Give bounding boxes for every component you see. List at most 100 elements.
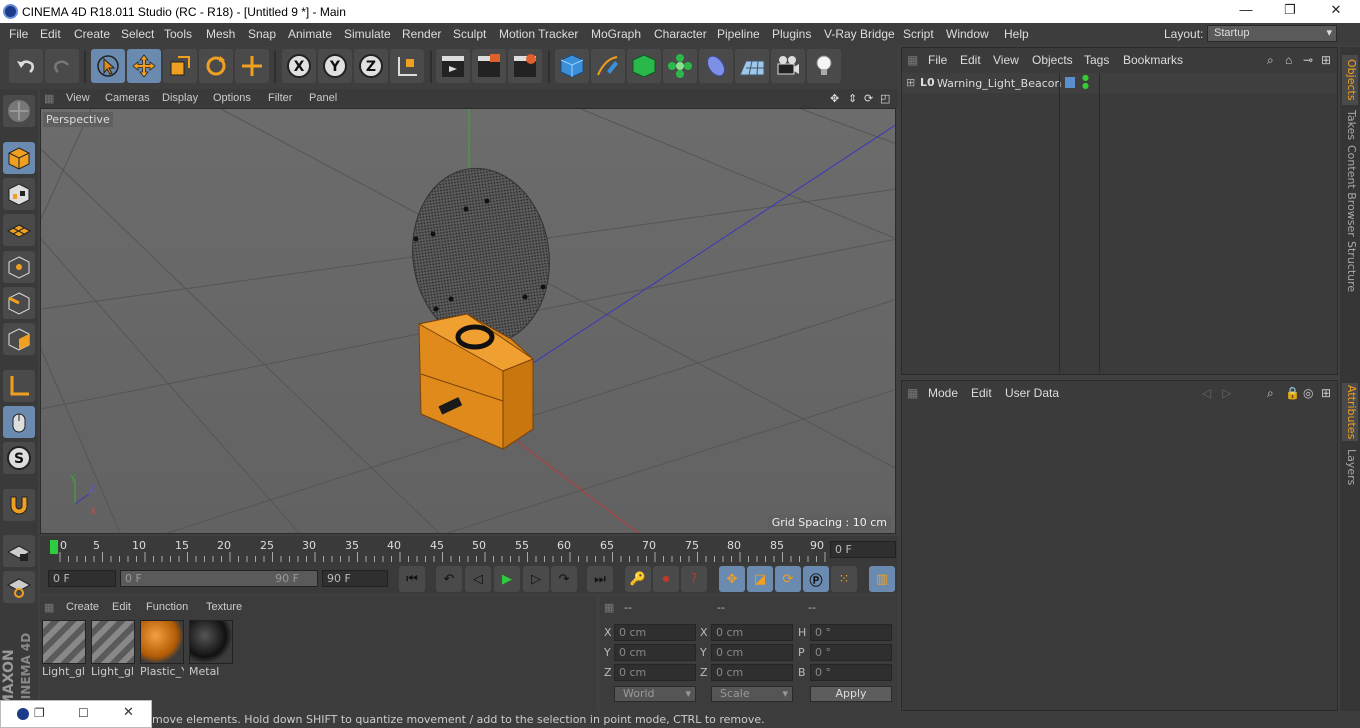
tab-layers[interactable]: Layers [1342, 447, 1358, 487]
om-menu-tags[interactable]: Tags [1084, 53, 1109, 67]
am-menu-user-data[interactable]: User Data [1005, 386, 1059, 400]
tweak-mode-button[interactable] [3, 406, 35, 438]
viewport-menu-panel[interactable]: Panel [309, 92, 337, 104]
render-view-button[interactable] [436, 49, 470, 83]
menu-select[interactable]: Select [121, 27, 154, 41]
viewport-rotate-icon[interactable]: ⟳ [864, 92, 873, 105]
snapping-button[interactable]: S [3, 442, 35, 474]
make-editable-button[interactable] [3, 95, 35, 127]
tab-takes[interactable]: Takes [1342, 107, 1358, 143]
back-arrow-icon[interactable]: ◁ [1202, 386, 1211, 400]
menu-motion-tracker[interactable]: Motion Tracker [499, 27, 578, 41]
menu-tools[interactable]: Tools [164, 27, 192, 41]
maximize-icon[interactable]: ☐ [78, 706, 89, 720]
home-icon[interactable]: ⌂ [1285, 53, 1292, 67]
expand-icon[interactable]: ⊞ [906, 76, 915, 89]
undo-button[interactable] [9, 49, 43, 83]
menu-mesh[interactable]: Mesh [206, 27, 235, 41]
om-menu-bookmarks[interactable]: Bookmarks [1123, 53, 1183, 67]
layer-color-swatch[interactable] [1065, 77, 1075, 88]
menu-window[interactable]: Window [946, 27, 989, 41]
menu-character[interactable]: Character [654, 27, 707, 41]
apply-button[interactable]: Apply [810, 686, 892, 702]
menu-file[interactable]: File [9, 27, 28, 41]
key-pla-button[interactable]: ⁙ [831, 566, 857, 592]
next-key-button[interactable]: ↷ [551, 566, 577, 592]
recent-tool-button[interactable] [235, 49, 269, 83]
key-rotation-button[interactable]: ⟳ [775, 566, 801, 592]
add-subdivision-button[interactable] [627, 49, 661, 83]
menu-animate[interactable]: Animate [288, 27, 332, 41]
tab-structure[interactable]: Structure [1342, 241, 1358, 293]
frame-range-slider[interactable]: 0 F 90 F [120, 570, 318, 587]
axis-mode-button[interactable] [3, 370, 35, 402]
restore-icon[interactable]: ❐ [34, 706, 45, 720]
coordinate-space-select[interactable]: World ▾ [614, 686, 696, 702]
tab-objects[interactable]: Objects [1342, 55, 1358, 105]
om-menu-objects[interactable]: Objects [1032, 53, 1073, 67]
x-axis-lock-button[interactable]: X [282, 49, 316, 83]
redo-button[interactable] [45, 49, 79, 83]
viewport-maximize-icon[interactable]: ◰ [880, 92, 890, 105]
scale-tool-button[interactable] [163, 49, 197, 83]
key-position-button[interactable]: ✥ [719, 566, 745, 592]
viewport-menu-filter[interactable]: Filter [268, 92, 292, 104]
key-scale-button[interactable]: ◪ [747, 566, 773, 592]
forward-arrow-icon[interactable]: ▷ [1222, 386, 1231, 400]
menu-sculpt[interactable]: Sculpt [453, 27, 486, 41]
new-panel-icon[interactable]: ⊞ [1321, 53, 1331, 67]
link-icon[interactable]: ⊸ [1303, 53, 1313, 67]
end-frame-field[interactable]: 90 F [322, 570, 388, 587]
viewport-pan-icon[interactable]: ✥ [830, 92, 839, 105]
add-deformer-button[interactable] [699, 49, 733, 83]
move-tool-button[interactable] [127, 49, 161, 83]
planar-workplane-button[interactable] [3, 571, 35, 603]
prev-key-button[interactable]: ↶ [436, 566, 462, 592]
tab-attributes[interactable]: Attributes [1342, 383, 1358, 441]
menu-pipeline[interactable]: Pipeline [717, 27, 760, 41]
y-axis-lock-button[interactable]: Y [318, 49, 352, 83]
goto-start-button[interactable]: ⏮ [399, 566, 425, 592]
object-row[interactable]: ⊞ L0 Warning_Light_Beacon ● ● [902, 73, 1337, 93]
add-spline-pen-button[interactable] [591, 49, 625, 83]
target-icon[interactable]: ◎ [1303, 386, 1313, 400]
material-menu-texture[interactable]: Texture [206, 601, 242, 613]
rotation-h-field[interactable]: 0 ° [810, 624, 892, 641]
menu-mograph[interactable]: MoGraph [591, 27, 641, 41]
menu-vray-bridge[interactable]: V-Ray Bridge [824, 27, 895, 41]
next-frame-button[interactable]: ▷ [523, 566, 549, 592]
keyframe-selection-button[interactable]: ? [681, 566, 707, 592]
tab-content-browser[interactable]: Content Browser [1342, 145, 1358, 237]
edges-mode-button[interactable] [3, 287, 35, 319]
position-z-field[interactable]: 0 cm [614, 664, 696, 681]
points-mode-button[interactable] [3, 251, 35, 283]
play-button[interactable]: ▶ [494, 566, 520, 592]
position-y-field[interactable]: 0 cm [614, 644, 696, 661]
maximize-button[interactable]: ❐ [1268, 2, 1312, 21]
material-item[interactable]: Light_gl [42, 620, 86, 678]
size-y-field[interactable]: 0 cm [711, 644, 793, 661]
menu-simulate[interactable]: Simulate [344, 27, 391, 41]
current-frame-field[interactable]: 0 F [830, 541, 896, 558]
close-button[interactable]: ✕ [1314, 2, 1358, 21]
live-selection-button[interactable] [91, 49, 125, 83]
locked-workplane-button[interactable] [3, 535, 35, 567]
material-item[interactable]: Light_gl [91, 620, 135, 678]
minimize-button[interactable]: — [1224, 2, 1268, 21]
model-mode-button[interactable] [3, 142, 35, 174]
rotation-p-field[interactable]: 0 ° [810, 644, 892, 661]
z-axis-lock-button[interactable]: Z [354, 49, 388, 83]
material-menu-edit[interactable]: Edit [112, 601, 131, 613]
render-settings-button[interactable] [508, 49, 542, 83]
material-menu-function[interactable]: Function [146, 601, 188, 613]
texture-mode-button[interactable] [3, 178, 35, 210]
search-icon[interactable]: ⌕ [1267, 386, 1274, 401]
position-x-field[interactable]: 0 cm [614, 624, 696, 641]
om-menu-view[interactable]: View [993, 53, 1019, 67]
add-light-button[interactable] [807, 49, 841, 83]
timeline-window-button[interactable]: ▥ [869, 566, 895, 592]
polygons-mode-button[interactable] [3, 323, 35, 355]
menu-script[interactable]: Script [903, 27, 934, 41]
menu-create[interactable]: Create [74, 27, 110, 41]
add-cube-button[interactable] [555, 49, 589, 83]
